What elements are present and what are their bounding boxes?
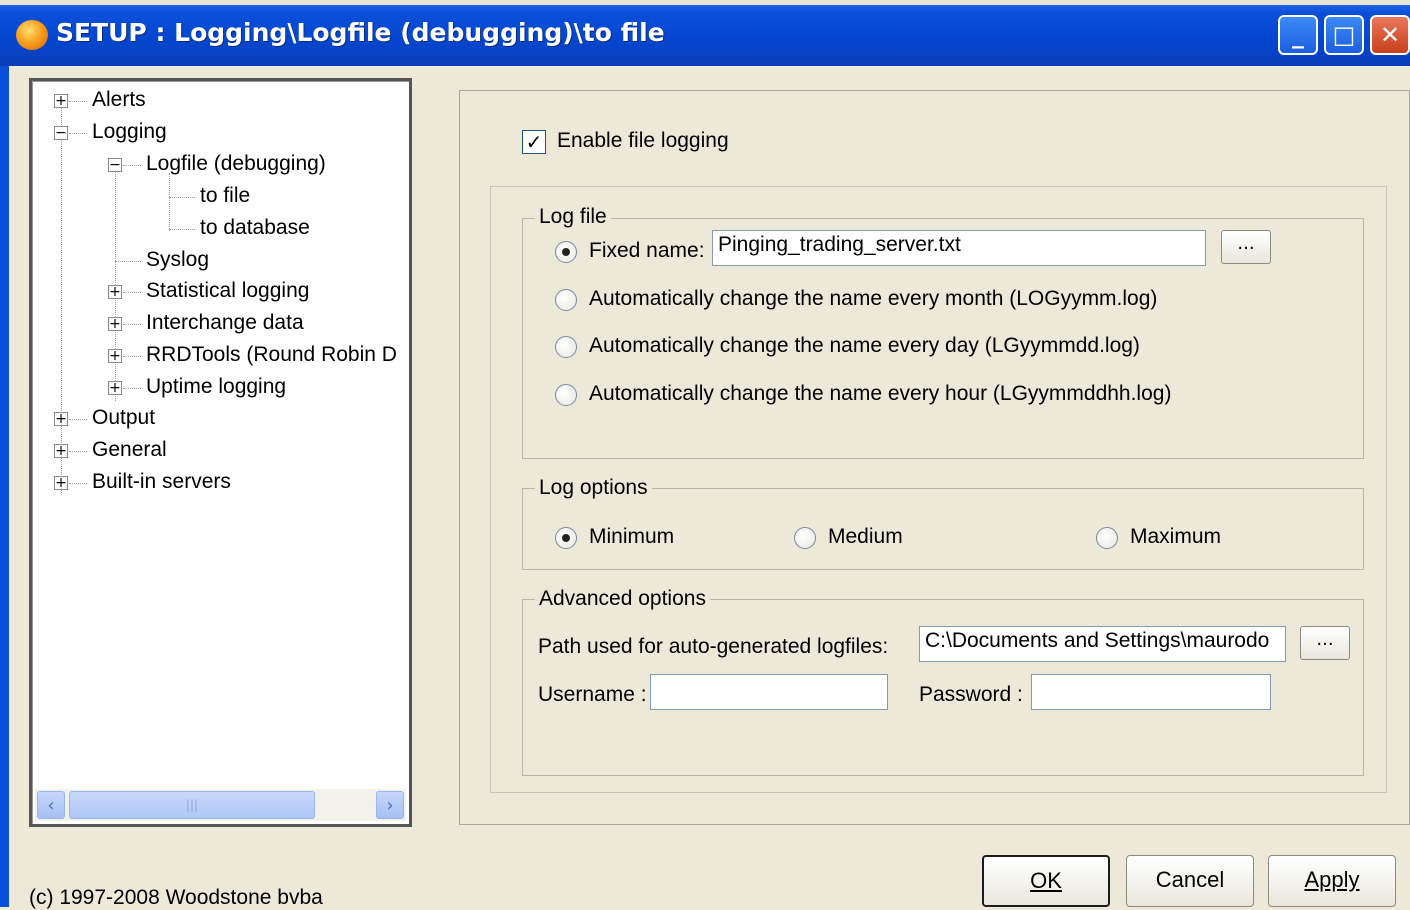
enable-file-logging-checkbox[interactable]: ✓	[522, 130, 546, 154]
ok-button[interactable]: OK	[982, 855, 1110, 907]
tree-line	[123, 388, 141, 389]
username-input[interactable]	[650, 674, 888, 710]
path-label: Path used for auto-generated logfiles:	[538, 635, 889, 658]
expand-icon[interactable]: +	[54, 444, 68, 458]
title-bar-top-rim	[0, 0, 1410, 5]
app-icon	[16, 20, 48, 50]
expand-icon[interactable]: +	[54, 476, 68, 490]
monthly-name-label[interactable]: Automatically change the name every mont…	[589, 287, 1157, 311]
medium-radio[interactable]	[794, 527, 816, 549]
tree-item-syslog[interactable]: Syslog	[146, 248, 209, 272]
tree-line	[69, 133, 87, 134]
tree-line	[169, 197, 195, 198]
fixed-name-radio[interactable]	[555, 241, 577, 263]
tree-item-to-database[interactable]: to database	[200, 216, 310, 240]
cancel-button[interactable]: Cancel	[1126, 855, 1254, 907]
expand-icon[interactable]: +	[108, 317, 122, 331]
fixed-name-label[interactable]: Fixed name:	[589, 239, 705, 263]
chevron-left-icon: ‹	[47, 794, 55, 816]
scroll-left-button[interactable]: ‹	[37, 791, 65, 819]
ok-button-label: OK	[1030, 868, 1062, 893]
tree-item-uptime-logging[interactable]: Uptime logging	[146, 375, 286, 399]
tree-line	[169, 173, 170, 231]
expand-icon[interactable]: +	[54, 94, 68, 108]
log-file-legend: Log file	[535, 205, 611, 229]
copyright-text: (c) 1997-2008 Woodstone bvba	[29, 886, 323, 909]
maximum-label[interactable]: Maximum	[1130, 525, 1221, 549]
window-title: SETUP : Logging\Logfile (debugging)\to f…	[56, 18, 665, 47]
collapse-icon[interactable]: −	[54, 126, 68, 140]
maximum-radio[interactable]	[1096, 527, 1118, 549]
window-frame-left	[0, 66, 9, 907]
password-label: Password :	[919, 683, 1023, 706]
tree-line	[69, 101, 87, 102]
close-icon: ✕	[1379, 21, 1401, 49]
cancel-button-label: Cancel	[1155, 867, 1225, 892]
chevron-right-icon: ›	[386, 794, 394, 816]
apply-button-label: Apply	[1304, 867, 1360, 892]
scroll-thumb[interactable]: |||	[69, 791, 315, 819]
daily-name-label[interactable]: Automatically change the name every day …	[589, 334, 1140, 358]
tree-item-general[interactable]: General	[92, 438, 167, 462]
collapse-icon[interactable]: −	[108, 158, 122, 172]
tree-item-logfile-debugging[interactable]: Logfile (debugging)	[146, 152, 326, 176]
tree-item-alerts[interactable]: Alerts	[92, 88, 146, 112]
expand-icon[interactable]: +	[108, 381, 122, 395]
settings-tree[interactable]: + − − + + + + + + + Alerts Logging Logfi…	[29, 78, 412, 827]
tree-line	[69, 483, 87, 484]
tree-item-built-in-servers[interactable]: Built-in servers	[92, 470, 231, 494]
tree-line	[61, 105, 62, 495]
tree-horizontal-scrollbar[interactable]: ‹ ||| ›	[35, 789, 406, 821]
fixed-name-browse-button[interactable]: ...	[1221, 230, 1271, 264]
expand-icon[interactable]: +	[54, 412, 68, 426]
medium-label[interactable]: Medium	[828, 525, 903, 549]
tree-line	[115, 261, 141, 262]
tree-item-rrdtools[interactable]: RRDTools (Round Robin D	[146, 343, 397, 367]
expand-icon[interactable]: +	[108, 349, 122, 363]
tree-line	[69, 419, 87, 420]
tree-line	[123, 292, 141, 293]
minimum-label[interactable]: Minimum	[589, 525, 674, 549]
tree-item-interchange-data[interactable]: Interchange data	[146, 311, 304, 335]
scroll-right-button[interactable]: ›	[376, 791, 404, 819]
maximize-icon: □	[1332, 21, 1356, 49]
tree-item-output[interactable]: Output	[92, 406, 155, 430]
tree-item-to-file[interactable]: to file	[200, 184, 250, 208]
log-options-legend: Log options	[535, 476, 652, 500]
tree-line	[69, 451, 87, 452]
tree-item-logging[interactable]: Logging	[92, 120, 167, 144]
advanced-options-legend: Advanced options	[535, 587, 710, 611]
tree-line	[123, 165, 141, 166]
minimize-icon: _	[1292, 21, 1304, 49]
grip-icon: |||	[185, 798, 199, 812]
monthly-name-radio[interactable]	[555, 289, 577, 311]
close-button[interactable]: ✕	[1370, 15, 1410, 55]
tree-line	[123, 356, 141, 357]
minimize-button[interactable]: _	[1278, 15, 1318, 55]
tree-item-statistical-logging[interactable]: Statistical logging	[146, 279, 309, 303]
tree-line	[169, 229, 195, 230]
hourly-name-radio[interactable]	[555, 384, 577, 406]
expand-icon[interactable]: +	[108, 285, 122, 299]
hourly-name-label[interactable]: Automatically change the name every hour…	[589, 382, 1171, 406]
fixed-name-input[interactable]: Pinging_trading_server.txt	[712, 230, 1206, 266]
path-browse-button[interactable]: ...	[1300, 626, 1350, 660]
apply-button[interactable]: Apply	[1268, 855, 1396, 907]
daily-name-radio[interactable]	[555, 336, 577, 358]
tree-line	[123, 324, 141, 325]
maximize-button[interactable]: □	[1324, 15, 1364, 55]
password-input[interactable]	[1031, 674, 1271, 710]
minimum-radio[interactable]	[555, 527, 577, 549]
username-label: Username :	[538, 683, 647, 706]
enable-file-logging-label[interactable]: Enable file logging	[557, 129, 729, 153]
path-input[interactable]: C:\Documents and Settings\maurodo	[919, 626, 1286, 662]
